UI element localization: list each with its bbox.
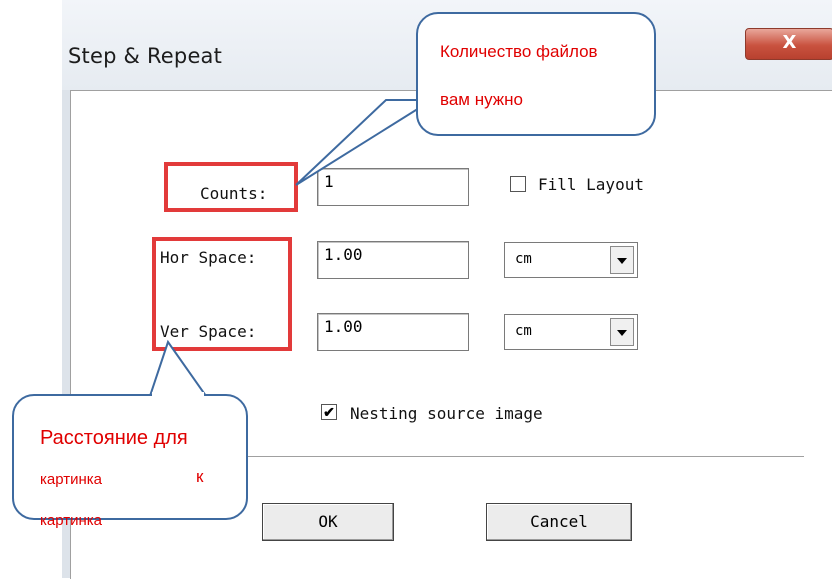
bottom-callout-extra: к: [196, 467, 204, 486]
top-callout-line1: Количество файлов: [440, 42, 598, 61]
bottom-callout-joint: [152, 392, 204, 397]
bottom-callout: [12, 394, 248, 520]
bottom-callout-line3: картинка: [40, 512, 103, 529]
top-callout: [416, 12, 656, 136]
top-callout-line2: вам нужно: [440, 90, 523, 109]
top-callout-joint: [418, 98, 432, 102]
bottom-callout-line2: картинка: [40, 471, 103, 488]
bottom-callout-tail: [148, 339, 208, 397]
bottom-callout-line1: Расстояние для: [40, 427, 188, 449]
top-callout-tail: [295, 99, 436, 186]
